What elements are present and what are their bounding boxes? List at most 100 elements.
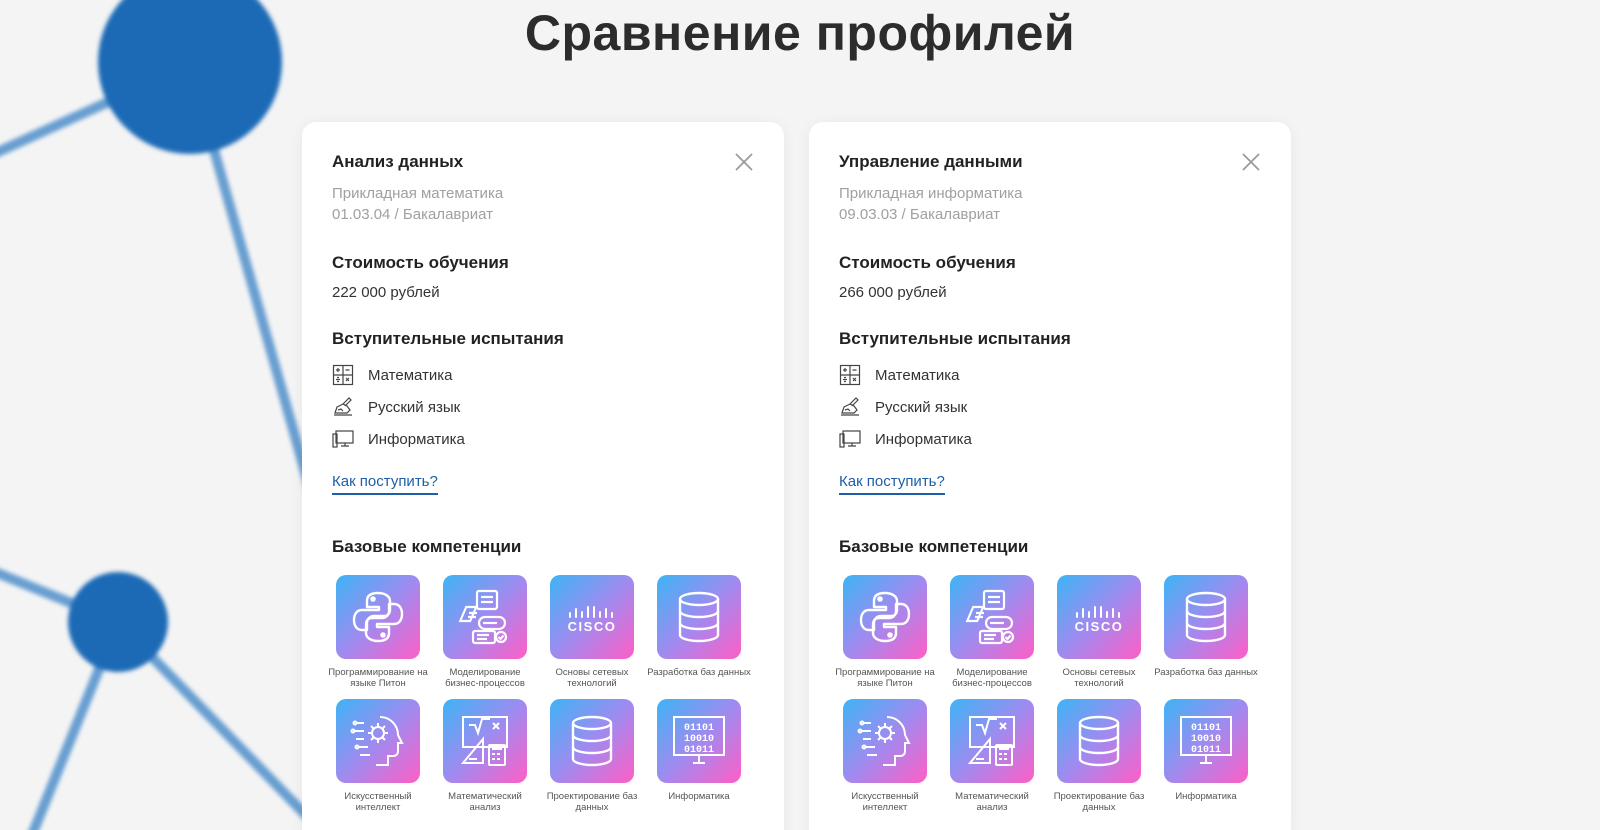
process-icon xyxy=(965,589,1015,645)
page-title: Сравнение профилей xyxy=(524,5,1076,61)
exam-list: Математика Русский язык Информатика xyxy=(839,359,1261,455)
cisco-icon: CISCO xyxy=(568,606,617,634)
profile-name: Анализ данных xyxy=(332,152,464,171)
profile-direction: Прикладная математика xyxy=(332,185,504,202)
calculator-icon xyxy=(332,364,354,386)
competency-label: Математический анализ xyxy=(955,791,1029,813)
competency-tile-networks[interactable]: CISCO Основы сетевых технологий xyxy=(540,575,644,689)
exam-item: Математика xyxy=(332,359,754,391)
exams-title: Вступительные испытания xyxy=(839,329,1071,348)
computer-icon xyxy=(332,428,354,450)
competency-tile-db-development[interactable]: Разработка баз данных xyxy=(647,575,751,689)
exam-item: Информатика xyxy=(332,423,754,455)
exam-label: Русский язык xyxy=(875,398,968,416)
competencies-title: Базовые компетенции xyxy=(332,537,522,556)
exam-label: Математика xyxy=(368,366,453,384)
competency-tile-db-design[interactable]: Проектирование баз данных xyxy=(1047,699,1151,813)
competencies-grid: Программирование на языке Питон Моделиро… xyxy=(326,575,754,813)
competency-label: Моделирование бизнес-процессов xyxy=(445,667,525,689)
database-icon xyxy=(1078,715,1120,767)
competency-label: Информатика xyxy=(668,791,730,802)
binary-monitor-icon: 011011001001011 xyxy=(1180,716,1232,764)
competency-label: Проектирование баз данных xyxy=(546,791,638,813)
profile-direction: Прикладная информатика xyxy=(839,185,1023,202)
competency-label: Разработка баз данных xyxy=(647,667,751,678)
competency-tile-python[interactable]: Программирование на языке Питон xyxy=(326,575,430,689)
competency-label: Основы сетевых технологий xyxy=(555,667,629,689)
profile-card-data-management: Управление данными Прикладная информатик… xyxy=(809,122,1291,830)
database-icon xyxy=(571,715,613,767)
exam-label: Математика xyxy=(875,366,960,384)
exam-item: Русский язык xyxy=(332,391,754,423)
svg-text:01011: 01011 xyxy=(684,745,714,756)
page: Сравнение профилей Анализ данных Приклад… xyxy=(0,0,1600,830)
exam-label: Информатика xyxy=(875,430,972,448)
close-icon[interactable] xyxy=(732,150,756,174)
exam-item: Русский язык xyxy=(839,391,1261,423)
competency-label: Основы сетевых технологий xyxy=(1062,667,1136,689)
competency-tile-informatics[interactable]: 01101 10010 01011 Информатика xyxy=(1154,699,1258,813)
cost-title: Стоимость обучения xyxy=(839,253,1016,272)
ai-head-icon xyxy=(857,716,911,766)
cisco-icon: CISCO xyxy=(1075,606,1124,634)
math-board-icon xyxy=(967,716,1015,766)
process-icon xyxy=(458,589,508,645)
how-to-apply-link[interactable]: Как поступить? xyxy=(839,473,945,495)
svg-text:10010: 10010 xyxy=(1191,734,1221,745)
close-icon[interactable] xyxy=(1239,150,1263,174)
exam-item: Математика xyxy=(839,359,1261,391)
svg-text:CISCO: CISCO xyxy=(568,619,617,634)
competency-tile-business-process[interactable]: Моделирование бизнес-процессов xyxy=(940,575,1044,689)
profile-card-data-analysis: Анализ данных Прикладная математика 01.0… xyxy=(302,122,784,830)
competency-label: Искусственный интеллект xyxy=(344,791,412,813)
competencies-title: Базовые компетенции xyxy=(839,537,1029,556)
writing-hand-icon xyxy=(839,396,861,418)
exam-label: Русский язык xyxy=(368,398,461,416)
competency-tile-ai[interactable]: Искусственный интеллект xyxy=(833,699,937,813)
cost-value: 222 000 рублей xyxy=(332,284,440,301)
competency-tile-informatics[interactable]: 01101 10010 01011 Информатика xyxy=(647,699,751,813)
competency-tile-networks[interactable]: CISCO Основы сетевых технологий xyxy=(1047,575,1151,689)
competency-tile-math-analysis[interactable]: Математический анализ xyxy=(433,699,537,813)
competency-tile-db-development[interactable]: Разработка баз данных xyxy=(1154,575,1258,689)
profile-code-level: 01.03.04 / Бакалавриат xyxy=(332,206,493,223)
svg-text:CISCO: CISCO xyxy=(1075,619,1124,634)
competency-label: Искусственный интеллект xyxy=(851,791,919,813)
svg-text:01101: 01101 xyxy=(1191,723,1221,734)
database-icon xyxy=(678,591,720,643)
competency-label: Проектирование баз данных xyxy=(1053,791,1145,813)
exam-item: Информатика xyxy=(839,423,1261,455)
math-board-icon xyxy=(460,716,508,766)
database-icon xyxy=(1185,591,1227,643)
svg-text:01011: 01011 xyxy=(1191,745,1221,756)
competency-label: Моделирование бизнес-процессов xyxy=(952,667,1032,689)
calculator-icon xyxy=(839,364,861,386)
exams-title: Вступительные испытания xyxy=(332,329,564,348)
profile-name: Управление данными xyxy=(839,152,1023,171)
competency-tile-business-process[interactable]: Моделирование бизнес-процессов xyxy=(433,575,537,689)
competencies-grid: Программирование на языке Питон Моделиро… xyxy=(833,575,1261,813)
profile-code-level: 09.03.03 / Бакалавриат xyxy=(839,206,1000,223)
writing-hand-icon xyxy=(332,396,354,418)
competency-tile-math-analysis[interactable]: Математический анализ xyxy=(940,699,1044,813)
cost-value: 266 000 рублей xyxy=(839,284,947,301)
competency-tile-ai[interactable]: Искусственный интеллект xyxy=(326,699,430,813)
molecule-background-decoration xyxy=(0,0,335,830)
competency-label: Программирование на языке Питон xyxy=(328,667,428,689)
exam-list: Математика Русский язык Информатика xyxy=(332,359,754,455)
cost-title: Стоимость обучения xyxy=(332,253,509,272)
competency-tile-python[interactable]: Программирование на языке Питон xyxy=(833,575,937,689)
competency-tile-db-design[interactable]: Проектирование баз данных xyxy=(540,699,644,813)
svg-text:01101: 01101 xyxy=(684,723,714,734)
python-icon xyxy=(352,591,404,643)
competency-label: Разработка баз данных xyxy=(1154,667,1258,678)
ai-head-icon xyxy=(350,716,404,766)
exam-label: Информатика xyxy=(368,430,465,448)
computer-icon xyxy=(839,428,861,450)
binary-monitor-icon: 011011001001011 xyxy=(673,716,725,764)
svg-text:10010: 10010 xyxy=(684,734,714,745)
competency-label: Информатика xyxy=(1175,791,1237,802)
competency-label: Программирование на языке Питон xyxy=(835,667,935,689)
how-to-apply-link[interactable]: Как поступить? xyxy=(332,473,438,495)
competency-label: Математический анализ xyxy=(448,791,522,813)
